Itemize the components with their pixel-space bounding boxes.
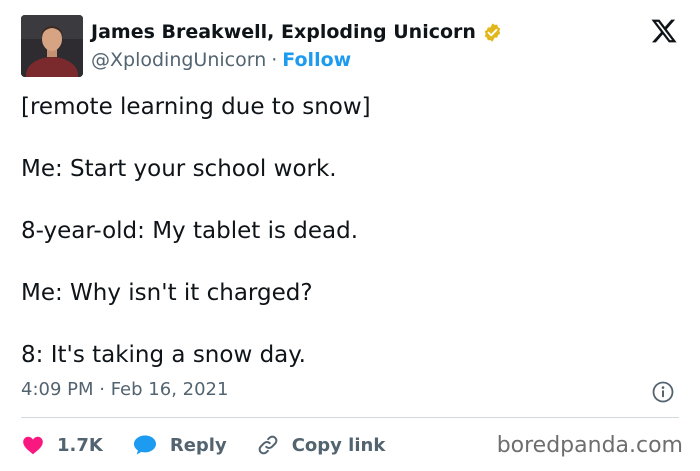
x-logo-icon[interactable]: [650, 17, 678, 45]
avatar[interactable]: [21, 15, 83, 77]
like-count: 1.7K: [57, 434, 103, 456]
verified-badge-icon: [482, 22, 503, 43]
tweet-line: [remote learning due to snow]: [21, 94, 371, 120]
tweet-text: [remote learning due to snow] Me: Start …: [21, 92, 681, 402]
tweet-line: Me: Start your school work.: [21, 156, 337, 182]
heart-icon: [21, 433, 45, 457]
author-handle-line: @XplodingUnicorn · Follow: [91, 49, 351, 71]
follow-button[interactable]: Follow: [282, 49, 351, 71]
tweet-line: Me: Why isn't it charged?: [21, 280, 313, 306]
author-display-name[interactable]: James Breakwell, Exploding Unicorn: [91, 21, 476, 43]
reply-button[interactable]: Reply: [132, 433, 227, 457]
tweet-line: 8-year-old: My tablet is dead.: [21, 218, 359, 244]
separator-dot: ·: [271, 49, 278, 71]
copy-link-label: Copy link: [291, 434, 386, 456]
author-handle[interactable]: @XplodingUnicorn: [91, 49, 266, 71]
tweet-header: James Breakwell, Exploding Unicorn @Xplo…: [21, 15, 681, 79]
action-bar: 1.7K Reply Copy link: [21, 430, 414, 460]
divider: [21, 417, 679, 418]
copy-link-button[interactable]: Copy link: [256, 433, 386, 457]
author-name-line: James Breakwell, Exploding Unicorn: [91, 21, 503, 43]
speech-bubble-icon: [132, 433, 158, 457]
link-icon: [256, 433, 280, 457]
watermark: boredpanda.com: [496, 433, 683, 458]
like-button[interactable]: 1.7K: [21, 433, 103, 457]
tweet-line: 8: It's taking a snow day.: [21, 342, 306, 368]
reply-label: Reply: [169, 434, 227, 456]
tweet-timestamp[interactable]: 4:09 PM · Feb 16, 2021: [21, 379, 228, 400]
info-icon[interactable]: [651, 380, 675, 404]
